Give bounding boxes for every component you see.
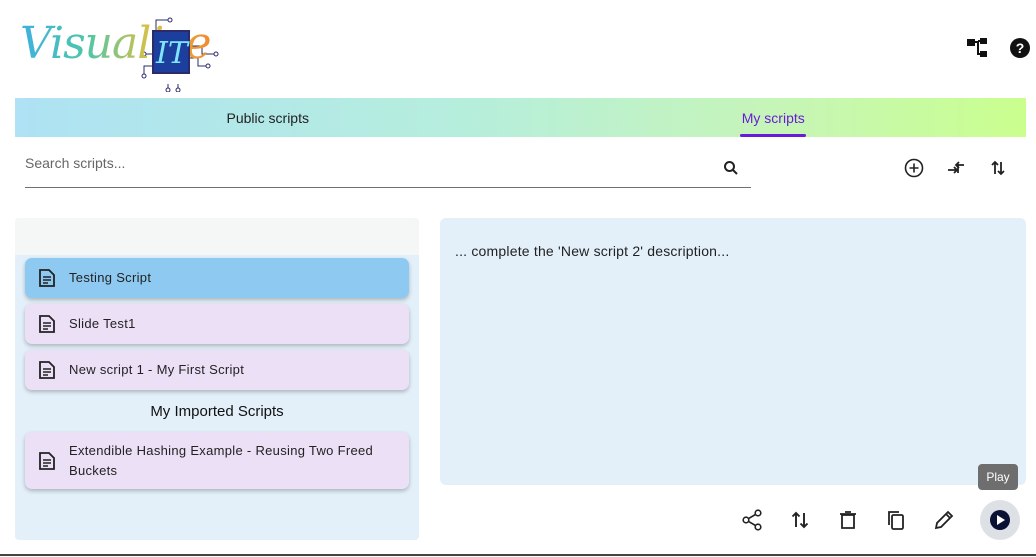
- document-icon: [25, 451, 69, 471]
- delete-icon[interactable]: [836, 508, 860, 532]
- search-icon[interactable]: [719, 156, 743, 180]
- list-item[interactable]: New script 1 - My First Script: [25, 350, 409, 390]
- edit-icon[interactable]: [932, 508, 956, 532]
- play-tooltip: Play: [978, 464, 1018, 490]
- play-icon: [990, 510, 1010, 530]
- document-icon: [25, 360, 69, 380]
- swap-vert-icon[interactable]: [788, 508, 812, 532]
- script-actions: [740, 500, 1020, 540]
- search-input[interactable]: [25, 150, 715, 176]
- list-item-label: Testing Script: [69, 270, 152, 285]
- script-description: ... complete the 'New script 2' descript…: [455, 243, 730, 259]
- help-icon[interactable]: ?: [1008, 36, 1032, 60]
- search-bar: [25, 150, 751, 188]
- svg-text:?: ?: [1016, 40, 1025, 56]
- play-button[interactable]: [980, 500, 1020, 540]
- tab-public-scripts[interactable]: Public scripts: [15, 98, 521, 137]
- list-item[interactable]: Slide Test1: [25, 304, 409, 344]
- add-circle-icon[interactable]: [902, 156, 926, 180]
- document-icon: [25, 314, 69, 334]
- logo-badge: IT: [152, 30, 190, 74]
- share-icon[interactable]: [740, 508, 764, 532]
- tab-my-scripts[interactable]: My scripts: [521, 98, 1027, 137]
- list-item-label: Slide Test1: [69, 316, 136, 331]
- divider: [0, 554, 1036, 556]
- tab-bar: Public scripts My scripts: [15, 98, 1026, 137]
- compare-arrows-icon[interactable]: [944, 156, 968, 180]
- list-item-label: New script 1 - My First Script: [69, 362, 245, 377]
- script-list-panel: Testing Script Slide Test1 New script 1 …: [15, 218, 419, 540]
- tree-structure-icon[interactable]: [966, 36, 990, 60]
- list-header-strip: [15, 218, 419, 255]
- imported-scripts-heading: My Imported Scripts: [150, 403, 284, 420]
- description-panel: ... complete the 'New script 2' descript…: [440, 218, 1026, 485]
- list-item[interactable]: Extendible Hashing Example - Reusing Two…: [25, 432, 409, 489]
- app-logo: Visualize IT: [18, 12, 219, 92]
- sort-icon[interactable]: [986, 156, 1010, 180]
- list-item-label: Extendible Hashing Example - Reusing Two…: [69, 442, 374, 478]
- copy-icon[interactable]: [884, 508, 908, 532]
- document-icon: [25, 268, 69, 288]
- list-item[interactable]: Testing Script: [25, 258, 409, 298]
